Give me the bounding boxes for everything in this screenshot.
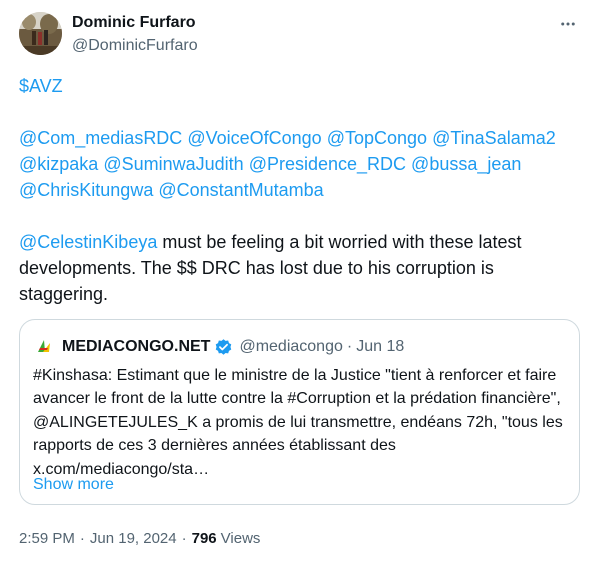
more-dots-icon bbox=[561, 22, 575, 26]
quote-avatar[interactable] bbox=[34, 337, 54, 357]
show-more-link[interactable]: Show more bbox=[33, 474, 114, 496]
views-count[interactable]: 796 bbox=[192, 530, 217, 547]
mention-link[interactable]: @Presidence_RDC bbox=[249, 154, 406, 174]
quote-author-name[interactable]: MEDIACONGO.NET bbox=[62, 338, 210, 356]
mention-link[interactable]: @kizpaka bbox=[19, 154, 98, 174]
views-label: Views bbox=[220, 529, 261, 547]
mediacongo-logo-icon bbox=[34, 337, 54, 357]
lead-mention-link[interactable]: @CelestinKibeya bbox=[19, 232, 157, 252]
quote-tweet-card[interactable]: MEDIACONGO.NET @mediacongo · Jun 18 #Kin… bbox=[19, 319, 580, 505]
meta-separator: · bbox=[181, 529, 187, 547]
verified-badge-icon bbox=[216, 338, 232, 355]
tweet-date[interactable]: Jun 19, 2024 bbox=[90, 530, 177, 547]
tweet-body: @CelestinKibeya must be feeling a bit wo… bbox=[19, 229, 579, 307]
avatar-photo-icon bbox=[19, 12, 62, 55]
mention-link[interactable]: @SuminwaJudith bbox=[103, 154, 243, 174]
tweet-time[interactable]: 2:59 PM bbox=[19, 530, 75, 547]
tweet-mentions-block: @Com_mediasRDC @VoiceOfCongo @TopCongo @… bbox=[19, 125, 579, 203]
mention-link[interactable]: @ConstantMutamba bbox=[158, 180, 323, 200]
tweet-meta: 2:59 PM · Jun 19, 2024 · 796 Views bbox=[19, 528, 260, 548]
mention-link[interactable]: @bussa_jean bbox=[411, 154, 521, 174]
quote-header: MEDIACONGO.NET @mediacongo · Jun 18 bbox=[34, 337, 404, 357]
quote-author-handle[interactable]: @mediacongo bbox=[239, 338, 342, 356]
tweet: Dominic Furfaro @DominicFurfaro $AVZ @Co… bbox=[0, 0, 598, 565]
author-handle[interactable]: @DominicFurfaro bbox=[72, 36, 198, 56]
mention-link[interactable]: @Com_mediasRDC bbox=[19, 128, 182, 148]
mention-link[interactable]: @ChrisKitungwa bbox=[19, 180, 153, 200]
quote-text: #Kinshasa: Estimant que le ministre de l… bbox=[33, 367, 563, 478]
meta-separator: · bbox=[79, 529, 85, 547]
mention-link[interactable]: @TinaSalama2 bbox=[432, 128, 556, 148]
cashtag-link[interactable]: $AVZ bbox=[19, 76, 63, 96]
quote-separator: · bbox=[346, 338, 353, 355]
more-options-button[interactable] bbox=[556, 12, 580, 36]
mention-link[interactable]: @TopCongo bbox=[327, 128, 427, 148]
tweet-cashtag-line: $AVZ bbox=[19, 73, 579, 99]
author-avatar[interactable] bbox=[19, 12, 62, 55]
mention-link[interactable]: @VoiceOfCongo bbox=[187, 128, 321, 148]
quote-timestamp[interactable]: Jun 18 bbox=[356, 338, 404, 356]
author-name[interactable]: Dominic Furfaro bbox=[72, 13, 196, 33]
